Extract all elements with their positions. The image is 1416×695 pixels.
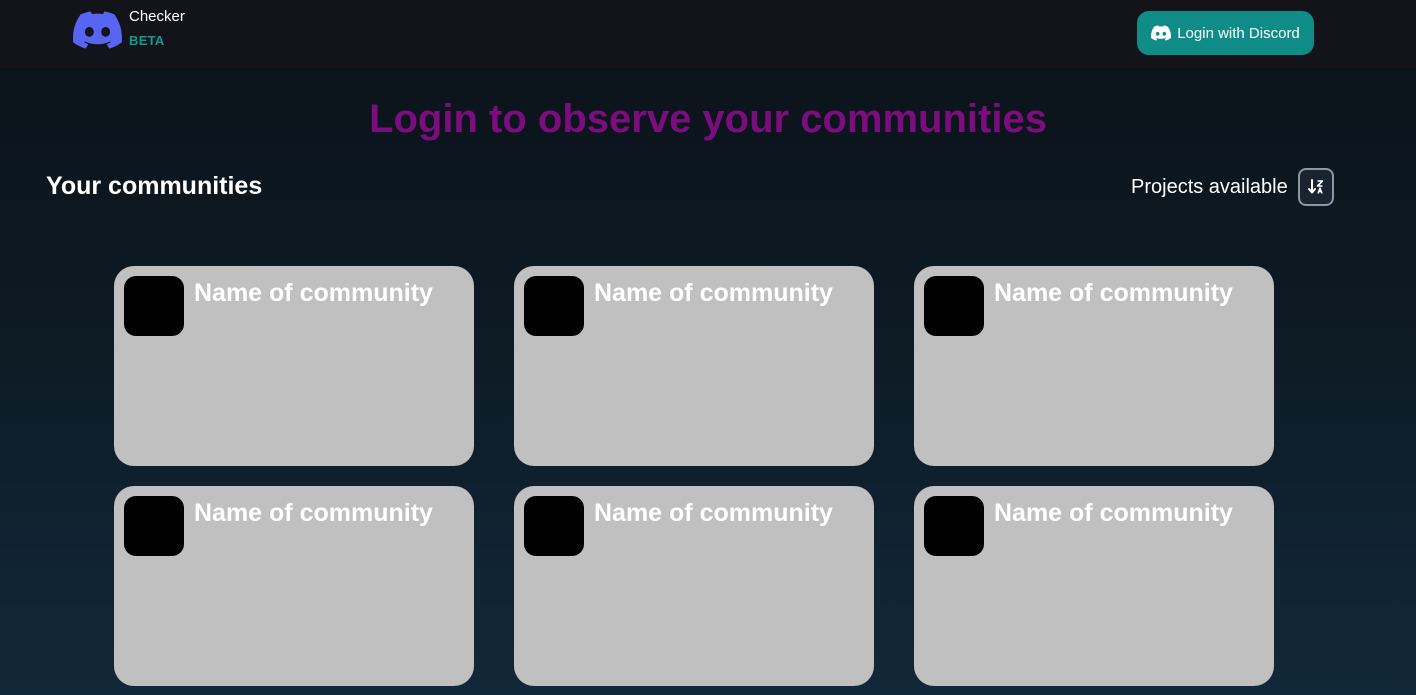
sort-control: Projects available	[1131, 168, 1334, 206]
login-button-label: Login with Discord	[1177, 24, 1300, 42]
community-name: Name of community	[994, 499, 1233, 527]
discord-icon	[1151, 25, 1172, 41]
community-name: Name of community	[194, 279, 433, 307]
community-name: Name of community	[994, 279, 1233, 307]
communities-grid: Name of community Name of community Name…	[114, 266, 1274, 686]
community-avatar	[924, 496, 984, 556]
community-avatar	[524, 496, 584, 556]
login-with-discord-button[interactable]: Login with Discord	[1137, 11, 1314, 55]
community-card[interactable]: Name of community	[114, 486, 474, 686]
community-card[interactable]: Name of community	[514, 266, 874, 466]
community-avatar	[924, 276, 984, 336]
sort-order-button[interactable]	[1297, 168, 1334, 206]
page-title: Login to observe your communities	[369, 97, 1047, 141]
beta-badge: BETA	[129, 33, 165, 48]
discord-logo-icon	[73, 11, 122, 49]
brand-text: Checker BETA	[129, 8, 185, 50]
sort-descending-icon	[1307, 179, 1324, 194]
community-name: Name of community	[594, 499, 833, 527]
community-card[interactable]: Name of community	[114, 266, 474, 466]
community-card[interactable]: Name of community	[514, 486, 874, 686]
brand-name: Checker	[129, 8, 185, 25]
community-card[interactable]: Name of community	[914, 266, 1274, 466]
top-navbar: Checker BETA Login with Discord	[0, 0, 1416, 68]
community-avatar	[124, 496, 184, 556]
community-card[interactable]: Name of community	[914, 486, 1274, 686]
community-name: Name of community	[594, 279, 833, 307]
sort-label: Projects available	[1131, 176, 1288, 198]
community-name: Name of community	[194, 499, 433, 527]
community-avatar	[524, 276, 584, 336]
community-avatar	[124, 276, 184, 336]
brand[interactable]: Checker BETA	[73, 8, 185, 50]
section-title: Your communities	[46, 172, 263, 200]
